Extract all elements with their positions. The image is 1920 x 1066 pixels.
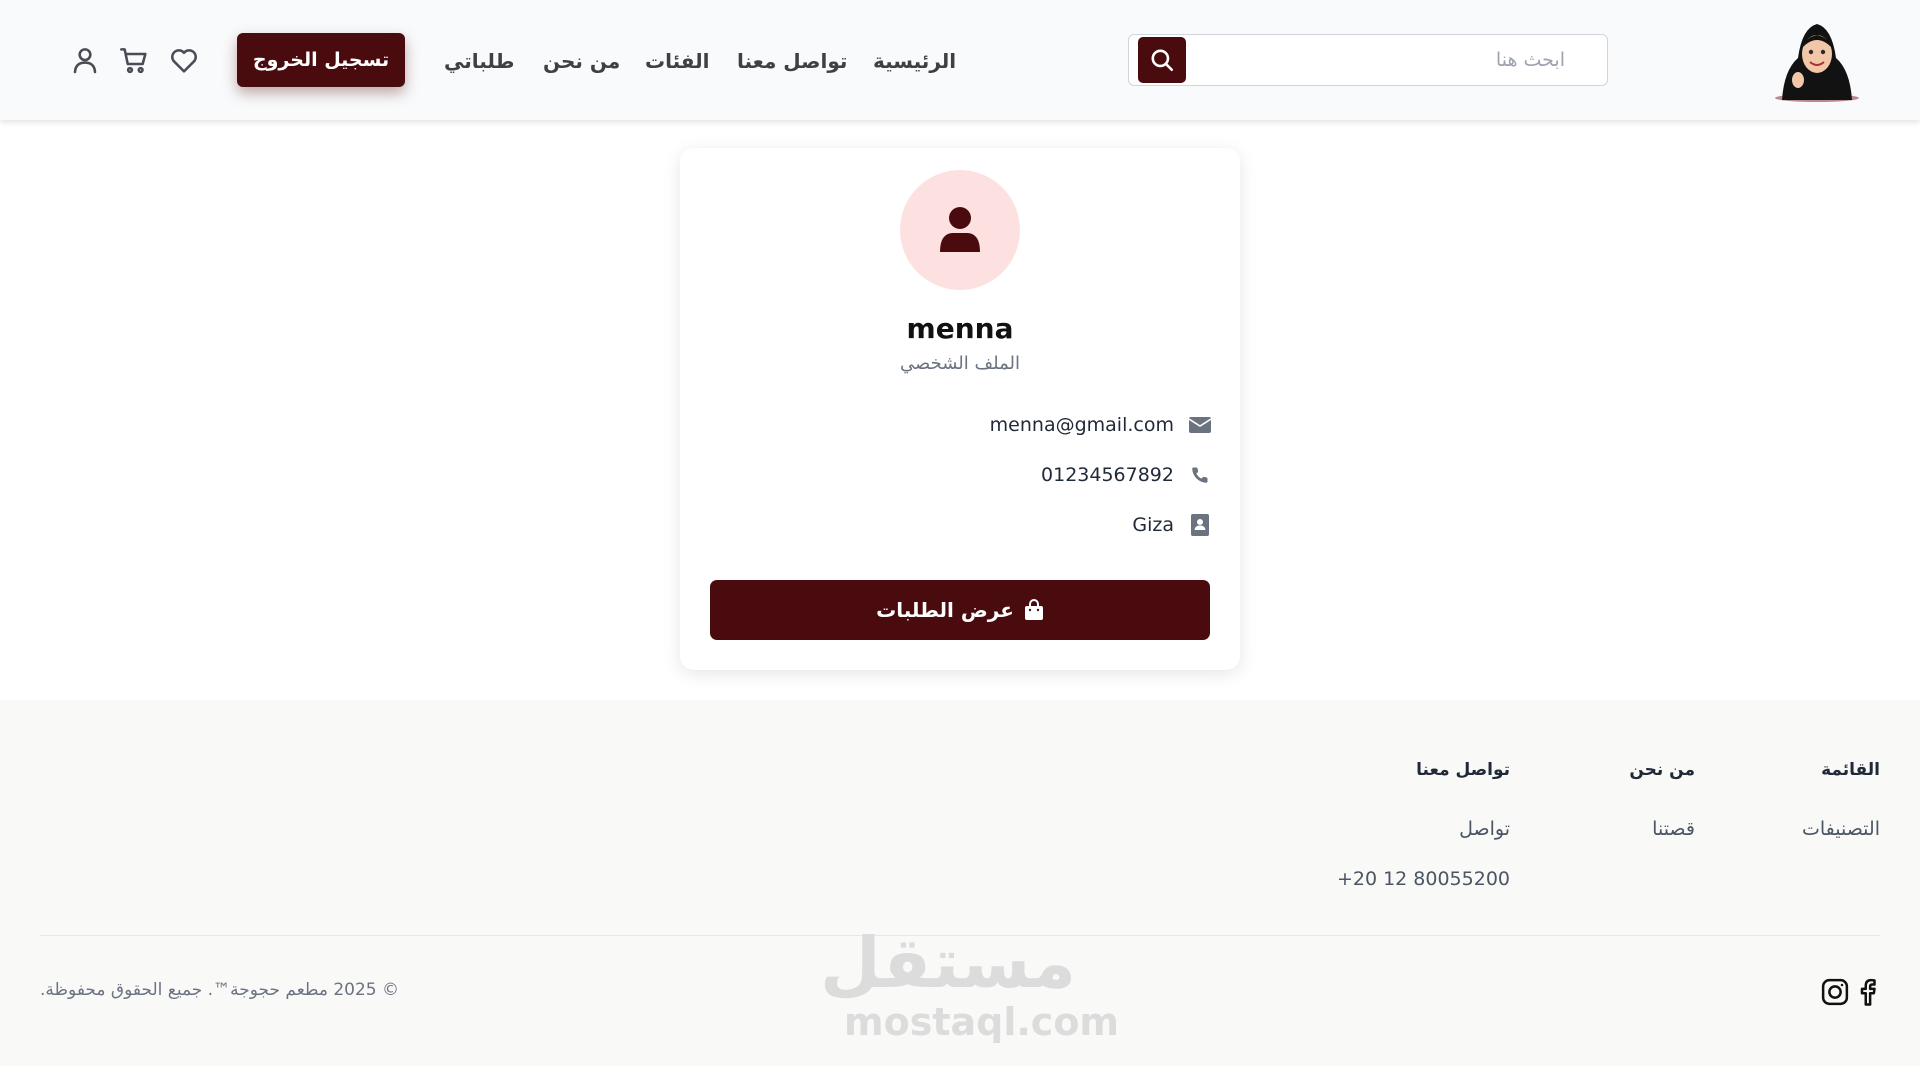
heart-icon[interactable] (168, 44, 200, 76)
watermark-latin: mostaql.com (844, 1000, 1120, 1044)
envelope-icon (1189, 417, 1211, 433)
footer-phone[interactable]: +20 12 80055200 (1337, 868, 1510, 890)
nav-categories[interactable]: الفئات (645, 46, 710, 76)
search-button[interactable] (1138, 37, 1186, 83)
phone-value: 01234567892 (1041, 464, 1174, 486)
copyright-text: © 2025 مطعم حجوجة™. جميع الحقوق محفوظة. (40, 980, 400, 1000)
phone-row: 01234567892 (1041, 460, 1212, 490)
view-orders-button[interactable]: عرض الطلبات (710, 580, 1210, 640)
site-footer: القائمة التصنيفات من نحن قصتنا تواصل معن… (0, 700, 1920, 1066)
avatar (900, 170, 1020, 290)
site-header: الرئيسية تواصل معنا الفئات من نحن طلباتي… (0, 0, 1920, 120)
facebook-icon[interactable] (1852, 976, 1882, 1008)
user-name: menna (906, 312, 1014, 345)
address-value: Giza (1132, 514, 1174, 536)
footer-link-contact[interactable]: تواصل (1459, 818, 1510, 840)
watermark-arabic: مستقل (819, 922, 1076, 1004)
footer-link-categories[interactable]: التصنيفات (1802, 818, 1880, 840)
restaurant-logo[interactable] (1768, 18, 1866, 102)
profile-card: menna الملف الشخصي menna@gmail.com 01234… (680, 148, 1240, 670)
address-card-icon (1191, 514, 1209, 536)
nav-contact[interactable]: تواصل معنا (737, 46, 847, 76)
shopping-bag-icon (1024, 599, 1043, 620)
profile-subtitle: الملف الشخصي (900, 353, 1020, 374)
footer-contact-heading: تواصل معنا (1416, 760, 1510, 780)
footer-link-our-story[interactable]: قصتنا (1652, 818, 1695, 840)
nav-about[interactable]: من نحن (543, 46, 620, 76)
email-row: menna@gmail.com (990, 410, 1212, 440)
address-row: Giza (1132, 510, 1212, 540)
nav-home[interactable]: الرئيسية (873, 46, 956, 76)
nav-my-orders[interactable]: طلباتي (444, 46, 514, 76)
user-icon[interactable] (69, 44, 101, 76)
instagram-icon[interactable] (1820, 976, 1850, 1008)
footer-menu-heading: القائمة (1821, 760, 1880, 780)
email-value: menna@gmail.com (989, 414, 1174, 436)
logout-button[interactable]: تسجيل الخروج (237, 33, 405, 87)
footer-about-heading: من نحن (1629, 760, 1695, 780)
user-silhouette-icon (940, 207, 980, 252)
view-orders-label: عرض الطلبات (876, 598, 1014, 622)
search-bar (1128, 34, 1608, 86)
phone-icon (1192, 467, 1208, 483)
search-input[interactable] (1187, 35, 1595, 84)
cart-icon[interactable] (118, 44, 150, 76)
search-icon (1151, 49, 1174, 72)
